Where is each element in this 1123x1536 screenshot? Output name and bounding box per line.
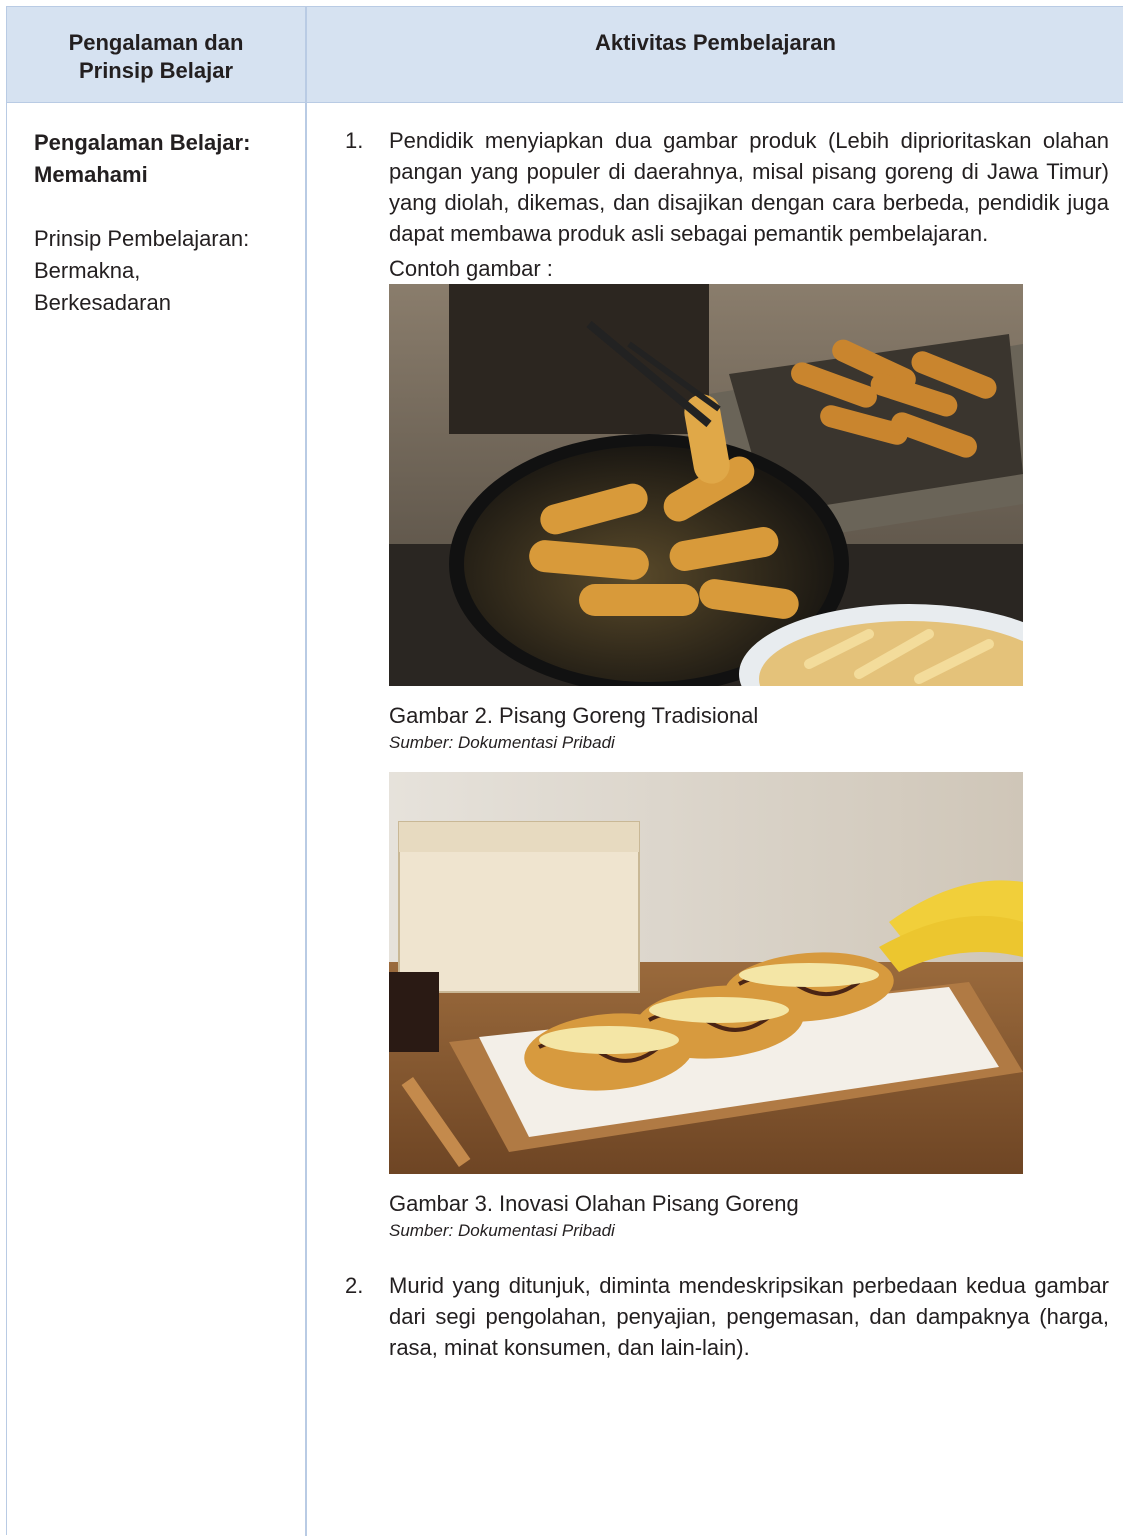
- lesson-table: Pengalaman dan Prinsip Belajar Aktivitas…: [6, 6, 1123, 1536]
- principle-label: Prinsip Pembelajaran:: [34, 226, 250, 251]
- right-cell: 1. Pendidik menyiapkan dua gambar produk…: [337, 125, 1109, 1363]
- figure-2-caption: Gambar 2. Pisang Goreng Tradisional: [389, 703, 759, 728]
- experience-value: Memahami: [34, 162, 148, 187]
- header-learning-activities: Aktivitas Pembelajaran: [595, 30, 836, 55]
- principle-value-1: Bermakna,: [34, 258, 141, 283]
- modern-banana-fritter-photo: [389, 772, 1023, 1174]
- header-experience-principle: Pengalaman dan Prinsip Belajar: [7, 29, 305, 85]
- activity-item-2: 2. Murid yang ditunjuk, diminta mendeskr…: [337, 1270, 1109, 1363]
- item-text: Pendidik menyiapkan dua gambar produk (L…: [389, 128, 1109, 246]
- table-header: Pengalaman dan Prinsip Belajar Aktivitas…: [7, 7, 1123, 103]
- item-text: Murid yang ditunjuk, diminta mendeskrips…: [389, 1273, 1109, 1360]
- experience-label: Pengalaman Belajar:: [34, 130, 251, 155]
- header-left-line1: Pengalaman dan: [68, 30, 244, 55]
- left-cell: Pengalaman Belajar: Memahami Prinsip Pem…: [34, 127, 294, 319]
- learning-principle: Prinsip Pembelajaran: Bermakna, Berkesad…: [34, 223, 294, 319]
- item-number: 1.: [345, 128, 364, 153]
- column-divider: [305, 7, 307, 1536]
- learning-experience: Pengalaman Belajar: Memahami: [34, 127, 294, 191]
- item-number: 2.: [345, 1273, 364, 1298]
- figure-2-source: Sumber: Dokumentasi Pribadi: [389, 733, 615, 752]
- principle-value-2: Berkesadaran: [34, 290, 171, 315]
- header-left-line2: Prinsip Belajar: [78, 58, 234, 83]
- example-label: Contoh gambar :: [389, 256, 553, 281]
- traditional-banana-fritter-photo: [389, 284, 1023, 686]
- activity-item-1: 1. Pendidik menyiapkan dua gambar produk…: [337, 125, 1109, 1244]
- figure-3-source: Sumber: Dokumentasi Pribadi: [389, 1221, 615, 1240]
- figure-3-caption: Gambar 3. Inovasi Olahan Pisang Goreng: [389, 1191, 799, 1216]
